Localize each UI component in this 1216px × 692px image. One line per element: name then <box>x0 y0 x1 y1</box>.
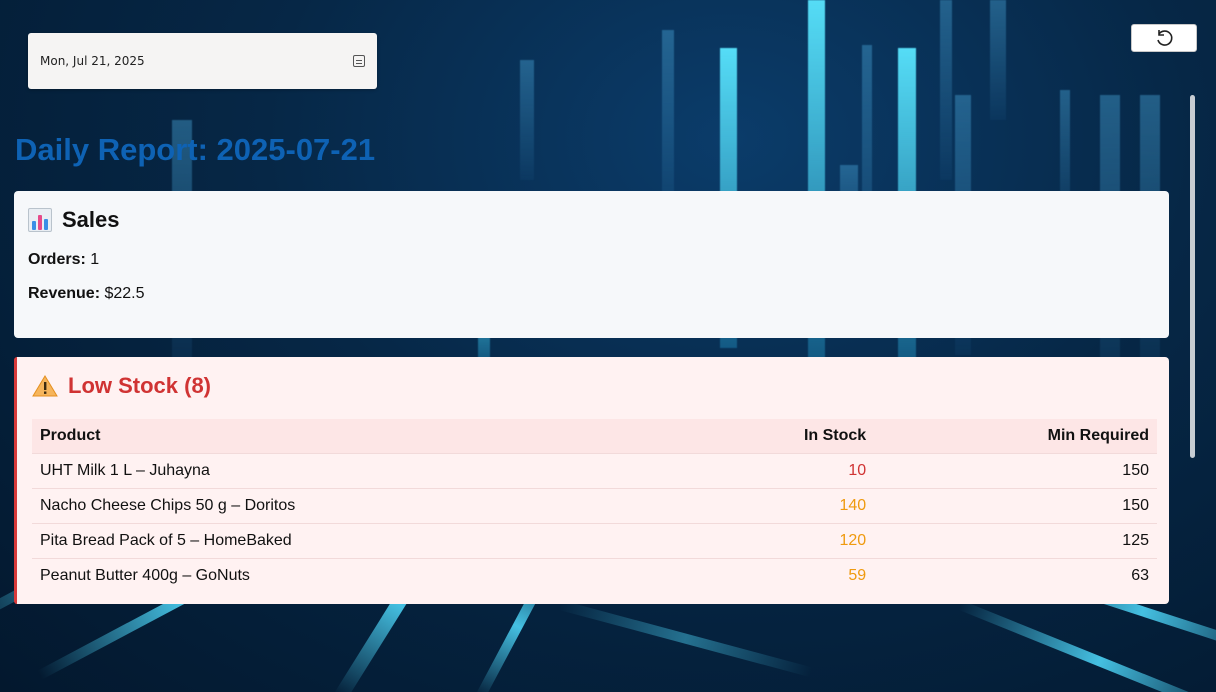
column-header-min-required: Min Required <box>1047 427 1149 444</box>
table-header-row: Product In Stock Min Required <box>32 419 1157 454</box>
in-stock-cell: 120 <box>685 523 875 559</box>
table-row: Nacho Cheese Chips 50 g – Doritos 140 15… <box>32 488 1157 524</box>
bar-chart-icon <box>28 208 52 232</box>
column-header-product: Product <box>40 427 101 444</box>
in-stock-cell: 10 <box>685 453 875 489</box>
in-stock-cell: 59 <box>685 558 875 593</box>
page-title: Daily Report: 2025-07-21 <box>15 132 376 167</box>
orders-label: Orders: <box>28 251 86 268</box>
min-required-cell: 125 <box>874 523 1157 559</box>
low-stock-header: Low Stock (8) <box>32 373 1157 399</box>
low-stock-table: Product In Stock Min Required UHT Milk 1… <box>32 419 1157 593</box>
product-cell: Nacho Cheese Chips 50 g – Doritos <box>32 488 686 524</box>
column-header-in-stock: In Stock <box>803 427 867 444</box>
scrollbar-thumb[interactable] <box>1190 95 1195 458</box>
in-stock-cell: 140 <box>685 488 875 524</box>
min-required-cell: 63 <box>874 558 1157 593</box>
scrollbar[interactable] <box>1188 95 1196 460</box>
product-cell: Pita Bread Pack of 5 – HomeBaked <box>32 523 686 559</box>
table-row: Peanut Butter 400g – GoNuts 59 63 <box>32 558 1157 593</box>
undo-icon <box>1157 30 1173 46</box>
sales-card: Sales Orders: 1 Revenue: $22.5 <box>14 191 1169 338</box>
revenue-value: $22.5 <box>104 285 145 302</box>
table-row: Pita Bread Pack of 5 – HomeBaked 120 125 <box>32 523 1157 559</box>
sales-header: Sales <box>28 207 1155 233</box>
revenue-label: Revenue: <box>28 285 101 302</box>
table-row: UHT Milk 1 L – Juhayna 10 150 <box>32 453 1157 489</box>
calendar-icon[interactable] <box>353 55 365 67</box>
orders-value: 1 <box>90 251 100 268</box>
orders-stat: Orders: 1 <box>28 251 1155 269</box>
sales-title: Sales <box>62 207 120 232</box>
date-picker-value: Mon, Jul 21, 2025 <box>40 54 145 68</box>
min-required-cell: 150 <box>874 488 1157 524</box>
low-stock-card: Low Stock (8) Product In Stock Min Requi… <box>14 357 1169 604</box>
revenue-stat: Revenue: $22.5 <box>28 285 1155 303</box>
low-stock-title: Low Stock (8) <box>68 373 212 398</box>
product-cell: Peanut Butter 400g – GoNuts <box>32 558 686 593</box>
warning-icon <box>32 375 58 397</box>
reset-button[interactable] <box>1131 24 1197 52</box>
min-required-cell: 150 <box>874 453 1157 489</box>
product-cell: UHT Milk 1 L – Juhayna <box>32 453 686 489</box>
date-picker[interactable]: Mon, Jul 21, 2025 <box>28 33 377 89</box>
